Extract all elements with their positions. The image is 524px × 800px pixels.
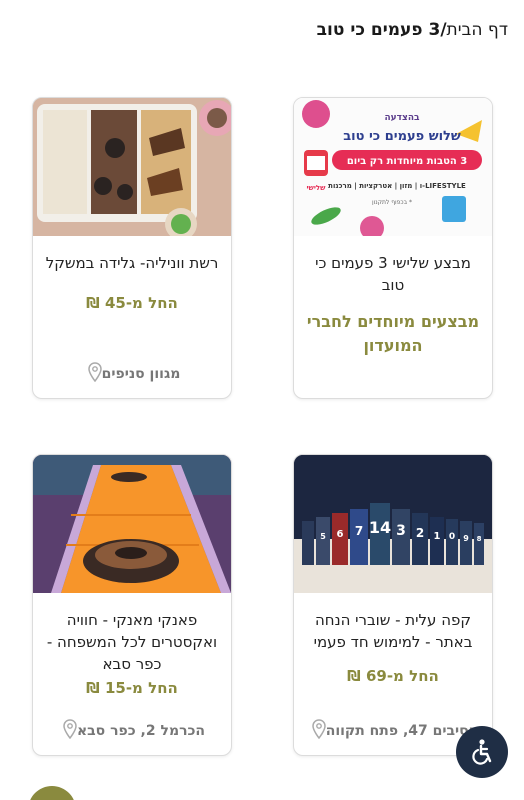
location-pin-icon <box>87 362 102 386</box>
breadcrumb-home-link[interactable]: דף הבית <box>447 20 508 40</box>
floating-action-button[interactable] <box>28 786 76 800</box>
pack-number: 0 <box>449 532 455 542</box>
card-body: פאנקי מאנקי - חוויה ואקסטרים לכל המשפחה … <box>33 593 231 697</box>
card-title[interactable]: מבצע שלישי 3 פעמים כי טוב <box>306 252 480 296</box>
pack-number: 8 <box>477 535 482 543</box>
wheelchair-icon <box>472 739 492 765</box>
promo-banner-graphic: בהצדעה שלוש פעמים כי טוב 3 הטבות מיוחדות… <box>294 98 492 236</box>
location-text: מגוון סניפים <box>101 366 181 382</box>
pack-number: 9 <box>463 534 469 543</box>
promo-tags-text: LIFESTYLE-ו | מזון | אטרקציות | מרכנות <box>328 182 466 191</box>
location-text: הכרמל 2, כפר סבא <box>76 723 206 739</box>
card-body: קפה עלית - שוברי הנחה באתר - למימוש חד פ… <box>294 593 492 685</box>
promo-headline-text: שלוש פעמים כי טוב <box>343 129 461 144</box>
water-slide-image <box>33 455 231 593</box>
card-title[interactable]: קפה עלית - שוברי הנחה באתר - למימוש חד פ… <box>306 609 480 653</box>
card-location: מגוון סניפים <box>33 362 231 386</box>
breadcrumb-current: 3 פעמים כי טוב <box>316 20 441 40</box>
deal-card-elite-coffee[interactable]: 14 3 2 1 0 9 8 7 6 5 קפה עלית - שוברי הנ… <box>293 454 493 756</box>
pack-number: 1 <box>434 531 441 542</box>
card-location: הכרמל 2, כפר סבא <box>33 719 231 743</box>
card-body: רשת ווניליה- גלידה במשקל החל מ-45 ₪ <box>33 236 231 312</box>
pack-number: 14 <box>369 518 391 537</box>
card-price: החל מ-69 ₪ <box>347 667 439 685</box>
pack-number: 2 <box>416 526 424 540</box>
pack-number: 5 <box>320 532 326 541</box>
promo-banner-image: בהצדעה שלוש פעמים כי טוב 3 הטבות מיוחדות… <box>294 98 492 236</box>
breadcrumb: דף הבית/3 פעמים כי טוב <box>317 20 508 40</box>
coffee-packs-image: 14 3 2 1 0 9 8 7 6 5 <box>294 455 492 593</box>
pack-number: 7 <box>355 524 363 538</box>
card-price: החל מ-15 ₪ <box>86 679 178 697</box>
ice-cream-image <box>33 98 231 236</box>
card-title[interactable]: פאנקי מאנקי - חוויה ואקסטרים לכל המשפחה … <box>45 609 219 675</box>
promo-day-badge: שלישי <box>307 184 327 192</box>
club-members-text: מבצעים מיוחדים לחברי המועדון <box>306 312 480 355</box>
location-pin-icon <box>311 719 326 743</box>
card-price: החל מ-45 ₪ <box>86 294 178 312</box>
page: דף הבית/3 פעמים כי טוב בהצדעה שלוש פעמים… <box>0 0 524 800</box>
location-text: הסיבים 47, פתח תקווה <box>325 723 479 739</box>
water-slide-graphic <box>33 455 231 593</box>
card-body: מבצע שלישי 3 פעמים כי טוב מבצעים מיוחדים… <box>294 236 492 358</box>
pack-number: 3 <box>396 523 406 539</box>
pack-number: 6 <box>337 529 344 540</box>
promo-footnote-text: * בכפוף לתקנון <box>372 199 412 206</box>
location-pin-icon <box>63 719 77 743</box>
promo-brand-text: בהצדעה <box>384 113 420 123</box>
card-title[interactable]: רשת ווניליה- גלידה במשקל <box>45 252 219 274</box>
deal-card-tuesday-promo[interactable]: בהצדעה שלוש פעמים כי טוב 3 הטבות מיוחדות… <box>293 97 493 399</box>
promo-ribbon-text: 3 הטבות מיוחדות רק ביום <box>347 156 467 167</box>
ice-cream-graphic <box>33 98 231 236</box>
accessibility-button[interactable] <box>456 726 508 778</box>
coffee-packs-graphic: 14 3 2 1 0 9 8 7 6 5 <box>294 455 492 593</box>
deal-card-funky-monkey[interactable]: פאנקי מאנקי - חוויה ואקסטרים לכל המשפחה … <box>32 454 232 756</box>
deal-card-vanilla[interactable]: רשת ווניליה- גלידה במשקל החל מ-45 ₪ מגוו… <box>32 97 232 399</box>
